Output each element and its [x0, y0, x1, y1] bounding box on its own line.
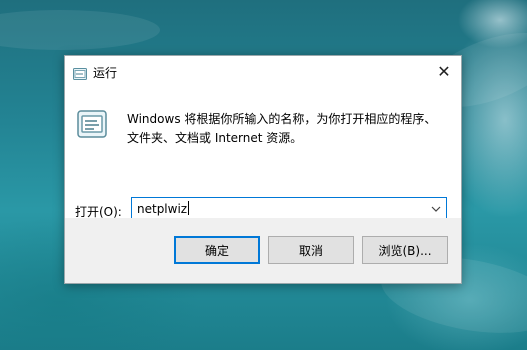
- dialog-content: Windows 将根据你所输入的名称，为你打开相应的程序、 文件夹、文档或 In…: [65, 88, 461, 221]
- browse-button-label: 浏览(B)...: [378, 243, 432, 258]
- desktop-wallpaper: 运行 ✕ Windows 将根据你所输入的名称，为你打开相应的程序、 文件夹、文…: [0, 0, 527, 350]
- close-button[interactable]: ✕: [431, 60, 457, 82]
- dialog-footer: 确定 取消 浏览(B)...: [65, 218, 461, 283]
- chevron-down-icon: [431, 206, 441, 212]
- ok-button[interactable]: 确定: [174, 236, 260, 264]
- run-app-icon: [77, 110, 107, 138]
- dialog-title: 运行: [93, 66, 118, 80]
- dropdown-button[interactable]: [430, 201, 442, 217]
- title-bar[interactable]: 运行 ✕: [65, 56, 461, 88]
- description-line: Windows 将根据你所输入的名称，为你打开相应的程序、: [127, 112, 437, 126]
- description-line: 文件夹、文档或 Internet 资源。: [127, 131, 303, 145]
- run-app-icon: [73, 65, 87, 80]
- cancel-button-label: 取消: [298, 243, 323, 258]
- browse-button[interactable]: 浏览(B)...: [362, 236, 448, 264]
- text-caret: [188, 201, 190, 215]
- open-input-text: netplwiz: [137, 202, 188, 216]
- wallpaper-wave: [0, 10, 160, 50]
- close-icon: ✕: [437, 61, 451, 81]
- dialog-description: Windows 将根据你所输入的名称，为你打开相应的程序、 文件夹、文档或 In…: [127, 110, 447, 148]
- run-dialog: 运行 ✕ Windows 将根据你所输入的名称，为你打开相应的程序、 文件夹、文…: [64, 55, 462, 284]
- cancel-button[interactable]: 取消: [268, 236, 354, 264]
- open-input[interactable]: netplwiz: [137, 201, 190, 216]
- ok-button-label: 确定: [204, 243, 229, 258]
